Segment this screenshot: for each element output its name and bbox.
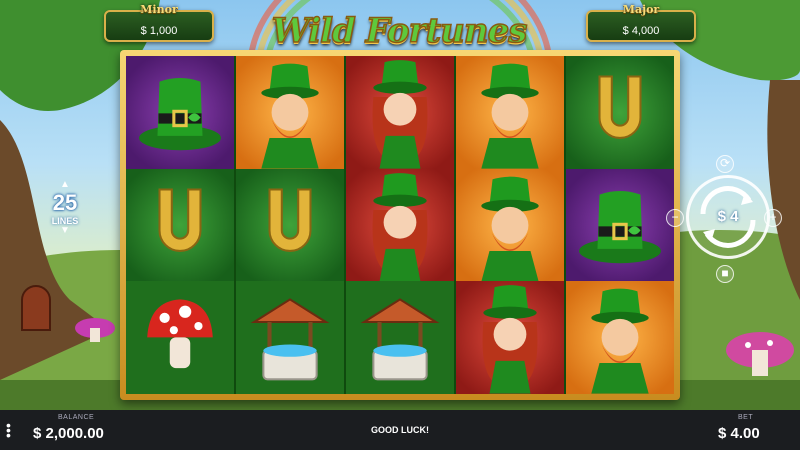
minor-jackpot-title: Minor: [140, 3, 178, 16]
symbol-horseshoe: [236, 168, 344, 282]
symbol-purple-hat: [126, 56, 234, 169]
spin-controls: ⟳ $ 4 − + ■: [666, 155, 782, 290]
symbol-horseshoe: [126, 168, 234, 282]
symbol-wishing-well: [236, 281, 344, 395]
reel-frame: [120, 50, 680, 400]
decrease-bet-icon[interactable]: −: [666, 209, 684, 227]
bottom-bar: • • • BALANCE $ 2,000.00 GOOD LUCK! BET $ …: [0, 410, 800, 450]
status-message: GOOD LUCK!: [371, 425, 429, 435]
major-jackpot-title: Major: [622, 3, 660, 16]
lady-leprechaun-icon: [482, 285, 538, 395]
leprechaun-icon: [261, 63, 319, 169]
leprechaun-icon: [591, 289, 649, 395]
menu-icon[interactable]: • • •: [6, 418, 11, 442]
spin-button[interactable]: $ 4: [686, 175, 770, 259]
reel-4: [456, 56, 566, 395]
balance-label: BALANCE: [58, 414, 95, 421]
symbol-horseshoe: [566, 56, 674, 169]
stop-icon[interactable]: ■: [716, 265, 734, 283]
increase-bet-icon[interactable]: +: [764, 209, 782, 227]
minor-jackpot: Minor $ 1,000: [104, 3, 214, 42]
wishing-well-icon: [360, 298, 440, 381]
wishing-well-icon: [250, 298, 330, 381]
major-jackpot: Major $ 4,000: [586, 3, 696, 42]
lines-decrease-icon[interactable]: ▼: [58, 226, 72, 236]
reel-5: [566, 56, 674, 395]
symbol-purple-hat: [566, 168, 674, 282]
leprechaun-icon: [481, 63, 539, 169]
major-jackpot-value: $ 4,000: [622, 25, 660, 37]
horseshoe-icon: [158, 188, 202, 252]
symbol-lady: [346, 56, 454, 169]
reel-3: [346, 56, 456, 395]
autoplay-icon[interactable]: ⟳: [716, 155, 734, 173]
symbol-wishing-well: [346, 281, 454, 395]
horseshoe-icon: [598, 75, 642, 139]
leprechaun-hat-icon: [139, 78, 221, 151]
balance-value: $ 2,000.00: [33, 425, 104, 442]
lines-count: 25: [52, 190, 78, 215]
horseshoe-icon: [268, 188, 312, 252]
lady-leprechaun-icon: [372, 172, 428, 282]
reel-2: [236, 56, 346, 395]
mushroom-icon: [147, 299, 213, 369]
minor-jackpot-value: $ 1,000: [140, 25, 178, 37]
bet-label: BET: [738, 414, 754, 421]
lines-selector: ▲ 25 LINES ▼: [40, 180, 90, 260]
lines-increase-icon[interactable]: ▲: [58, 180, 72, 190]
symbol-lady: [346, 168, 454, 282]
game-logo: Wild Fortunes: [271, 10, 528, 52]
symbol-lady: [456, 281, 564, 395]
symbol-leprechaun: [566, 281, 674, 395]
reel-grid: [126, 56, 674, 395]
spin-bet-amount: $ 4: [717, 208, 739, 225]
symbol-leprechaun: [456, 168, 564, 282]
leprechaun-hat-icon: [579, 190, 661, 263]
leprechaun-icon: [481, 176, 539, 282]
reel-1: [126, 56, 236, 395]
symbol-mushroom: [126, 281, 234, 395]
lady-leprechaun-icon: [372, 60, 428, 169]
symbol-leprechaun: [456, 56, 564, 169]
bet-value: $ 4.00: [718, 425, 760, 442]
symbol-leprechaun: [236, 56, 344, 169]
